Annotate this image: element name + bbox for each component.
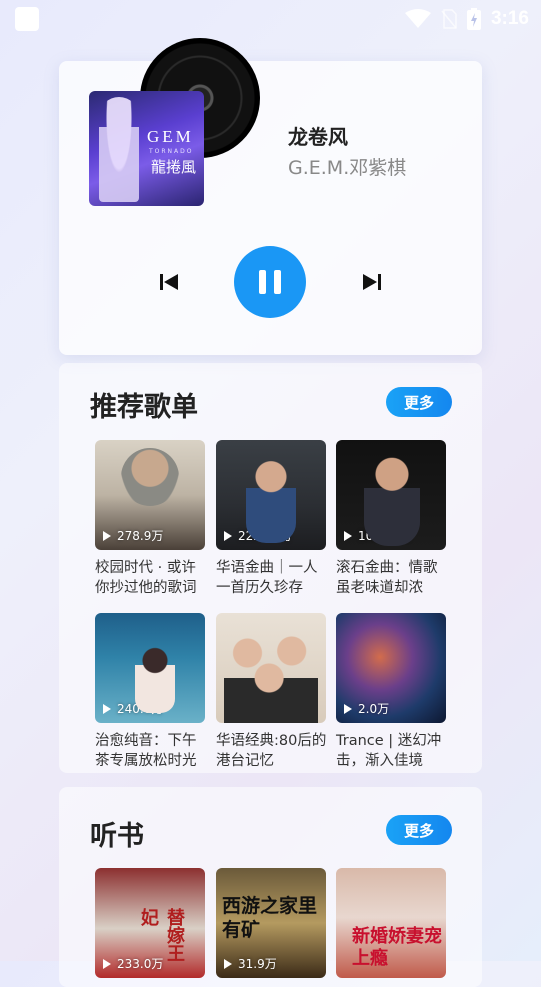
playlist-caption: 华语经典:80后的港台记忆 bbox=[216, 733, 327, 769]
playlist-card[interactable]: 2226.6万 华语金曲｜一人一首历久珍存 bbox=[216, 440, 326, 598]
cover-artist-figure bbox=[99, 97, 139, 202]
play-icon bbox=[224, 530, 232, 541]
play-icon bbox=[344, 703, 352, 714]
play-icon bbox=[103, 958, 111, 969]
play-count: 2863.9万 bbox=[224, 700, 292, 717]
status-bar: 3:16 bbox=[0, 0, 541, 38]
audiobooks-section: 听书 更多 替嫁王妃 233.0万 西游之家里有矿 31.9万 新婚娇妻宠上瘾 bbox=[59, 787, 482, 987]
play-icon bbox=[224, 703, 232, 714]
more-audiobooks-button[interactable]: 更多 bbox=[386, 815, 452, 845]
playlist-cover: 1057.8万 bbox=[336, 440, 446, 550]
more-playlists-button[interactable]: 更多 bbox=[386, 387, 452, 417]
wifi-icon bbox=[404, 9, 431, 28]
audiobook-cover: 新婚娇妻宠上瘾 bbox=[336, 868, 446, 978]
audiobook-card[interactable]: 新婚娇妻宠上瘾 bbox=[336, 868, 446, 978]
cover-title: 龍捲風 bbox=[151, 158, 197, 176]
cover-logo: GEM bbox=[147, 127, 194, 146]
section-title: 推荐歌单 bbox=[90, 392, 198, 423]
playlist-caption: 华语金曲｜一人一首历久珍存 bbox=[216, 560, 318, 596]
play-icon bbox=[224, 958, 232, 969]
play-icon bbox=[103, 703, 111, 714]
section-title: 听书 bbox=[90, 821, 144, 852]
play-count: 240.0万 bbox=[103, 700, 163, 717]
app-notification-icon bbox=[15, 7, 39, 31]
playlist-caption: Trance | 迷幻冲击，渐入佳境 bbox=[336, 733, 442, 769]
playlist-card[interactable]: 278.9万 校园时代 · 或许你抄过他的歌词 bbox=[95, 440, 205, 598]
skip-next-icon bbox=[363, 274, 381, 290]
play-count: 2226.6万 bbox=[224, 527, 292, 544]
playlist-cover: 240.0万 bbox=[95, 613, 205, 723]
playlist-caption: 校园时代 · 或许你抄过他的歌词 bbox=[95, 560, 197, 596]
playlist-card[interactable]: 240.0万 治愈纯音：下午茶专属放松时光 bbox=[95, 613, 205, 771]
play-count: 278.9万 bbox=[103, 527, 163, 544]
cover-title: 新婚娇妻宠上瘾 bbox=[352, 926, 442, 969]
song-title: 龙卷风 bbox=[288, 125, 348, 149]
playlist-card[interactable]: 2863.9万 华语经典:80后的港台记忆 bbox=[216, 613, 326, 771]
pause-icon bbox=[259, 270, 281, 294]
play-count: 233.0万 bbox=[103, 955, 163, 972]
playlist-card[interactable]: 2.0万 Trance | 迷幻冲击，渐入佳境 bbox=[336, 613, 446, 771]
no-sim-icon bbox=[441, 9, 457, 29]
battery-charging-icon bbox=[466, 8, 481, 30]
cover-title: 西游之家里有矿 bbox=[222, 895, 318, 941]
play-icon bbox=[103, 530, 111, 541]
skip-previous-icon bbox=[160, 274, 178, 290]
playlist-cover: 2.0万 bbox=[336, 613, 446, 723]
next-track-button[interactable] bbox=[358, 268, 386, 296]
play-pause-button[interactable] bbox=[234, 246, 306, 318]
audiobook-card[interactable]: 替嫁王妃 233.0万 bbox=[95, 868, 205, 978]
clock: 3:16 bbox=[490, 8, 529, 29]
play-count: 1057.8万 bbox=[344, 527, 412, 544]
play-icon bbox=[344, 530, 352, 541]
audiobook-cover: 替嫁王妃 233.0万 bbox=[95, 868, 205, 978]
playlist-cover: 2226.6万 bbox=[216, 440, 326, 550]
playlist-card[interactable]: 1057.8万 滚石金曲：情歌虽老味道却浓 bbox=[336, 440, 446, 598]
album-cover[interactable]: GEM TORNADO 龍捲風 bbox=[89, 91, 204, 206]
cover-subtitle: TORNADO bbox=[149, 148, 194, 155]
recommended-playlists-section: 推荐歌单 更多 278.9万 校园时代 · 或许你抄过他的歌词 2226.6万 … bbox=[59, 363, 482, 773]
playlist-caption: 滚石金曲：情歌虽老味道却浓 bbox=[336, 560, 438, 596]
song-artist: G.E.M.邓紫棋 bbox=[288, 157, 407, 179]
playlist-caption: 治愈纯音：下午茶专属放松时光 bbox=[95, 733, 197, 769]
play-count: 2.0万 bbox=[344, 700, 389, 717]
playlist-cover: 2863.9万 bbox=[216, 613, 326, 723]
audiobook-cover: 西游之家里有矿 31.9万 bbox=[216, 868, 326, 978]
previous-track-button[interactable] bbox=[155, 268, 183, 296]
audiobook-card[interactable]: 西游之家里有矿 31.9万 bbox=[216, 868, 326, 978]
playlist-cover: 278.9万 bbox=[95, 440, 205, 550]
play-count: 31.9万 bbox=[224, 955, 277, 972]
